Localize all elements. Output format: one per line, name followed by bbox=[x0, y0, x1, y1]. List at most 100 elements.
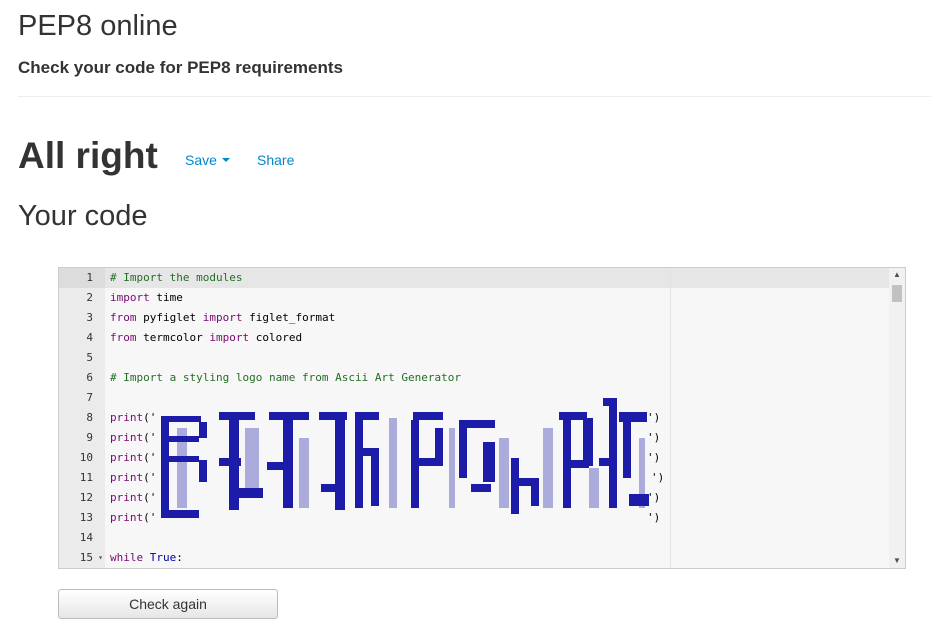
ascii-art-block bbox=[335, 420, 345, 510]
ascii-art-shade bbox=[543, 428, 553, 508]
code-token: colored bbox=[249, 331, 303, 344]
ascii-art-block bbox=[459, 428, 467, 478]
line-number-text: 15 bbox=[79, 551, 93, 564]
print-closer: ') bbox=[651, 471, 665, 484]
line-number-text: 10 bbox=[79, 451, 93, 464]
line-number: 14 bbox=[59, 528, 105, 548]
code-line: # Import a styling logo name from Ascii … bbox=[110, 368, 461, 388]
share-link[interactable]: Share bbox=[257, 151, 294, 169]
code-token: print bbox=[110, 491, 144, 504]
code-line: from pyfiglet import figlet_format bbox=[110, 308, 335, 328]
scroll-up-icon[interactable]: ▲ bbox=[889, 268, 905, 282]
code-line: print(' bbox=[110, 448, 156, 468]
line-number: 13 bbox=[59, 508, 105, 528]
code-line: print(' bbox=[110, 508, 156, 528]
ascii-art-block bbox=[199, 422, 207, 438]
code-token: (' bbox=[143, 411, 157, 424]
code-token: print bbox=[110, 431, 144, 444]
check-again-button[interactable]: Check again bbox=[58, 589, 278, 619]
line-number-text: 8 bbox=[86, 411, 93, 424]
code-token: pyfiglet bbox=[136, 311, 203, 324]
code-token: from bbox=[110, 331, 137, 344]
code-token: # Import the modules bbox=[110, 271, 243, 284]
line-number: 9 bbox=[59, 428, 105, 448]
ascii-art-block bbox=[483, 442, 495, 482]
ascii-art-block bbox=[567, 460, 589, 468]
ascii-art-block bbox=[269, 412, 309, 420]
code-token: (' bbox=[143, 431, 157, 444]
scroll-thumb[interactable] bbox=[892, 285, 902, 302]
code-token: figlet_format bbox=[242, 311, 336, 324]
ascii-art-block bbox=[363, 448, 379, 456]
save-dropdown[interactable]: Save bbox=[185, 151, 230, 169]
line-number: 15 ▾ bbox=[59, 548, 105, 568]
code-token: # Import a styling logo name from Ascii … bbox=[110, 371, 461, 384]
line-number: 12 bbox=[59, 488, 105, 508]
code-token: True bbox=[149, 551, 177, 564]
line-number: 2 bbox=[59, 288, 105, 308]
ascii-art-block bbox=[419, 458, 443, 466]
ascii-art-block bbox=[609, 406, 617, 508]
code-token: (' bbox=[143, 471, 157, 484]
line-number-text: 1 bbox=[86, 271, 93, 284]
editor-scrollbar[interactable]: ▲ ▼ bbox=[889, 268, 905, 568]
code-token: from bbox=[110, 311, 137, 324]
line-number-text: 6 bbox=[86, 371, 93, 384]
code-token: print bbox=[110, 411, 144, 424]
fold-toggle-icon[interactable]: ▾ bbox=[98, 548, 103, 568]
line-number-text: 11 bbox=[79, 471, 93, 484]
ascii-art-shade bbox=[177, 428, 187, 508]
line-number-text: 3 bbox=[86, 311, 93, 324]
ascii-art-block bbox=[559, 412, 587, 420]
app-subtitle: Check your code for PEP8 requirements bbox=[18, 58, 343, 77]
line-number: 1 bbox=[59, 268, 105, 288]
line-number: 10 bbox=[59, 448, 105, 468]
ascii-art-block bbox=[623, 422, 631, 478]
code-token: : bbox=[176, 551, 183, 564]
ascii-art-block bbox=[413, 412, 443, 420]
ascii-art-block bbox=[619, 412, 647, 422]
ascii-art-block bbox=[355, 420, 363, 508]
scroll-down-icon[interactable]: ▼ bbox=[889, 554, 905, 568]
print-margin bbox=[670, 268, 671, 568]
line-number-text: 5 bbox=[86, 351, 93, 364]
ascii-art-block bbox=[199, 460, 207, 482]
ascii-art-block bbox=[169, 510, 199, 518]
ascii-art-shade bbox=[245, 428, 259, 498]
line-number: 11 bbox=[59, 468, 105, 488]
code-editor[interactable]: 1 2 3 4 5 6 7 8 9 10 11 12 13 14 15 ▾ # Import the modu… bbox=[58, 267, 906, 569]
line-number-text: 13 bbox=[79, 511, 93, 524]
ascii-art-block bbox=[583, 418, 593, 466]
code-line: while True: bbox=[110, 548, 183, 568]
ascii-art-block bbox=[459, 420, 495, 428]
ascii-art-block bbox=[519, 478, 539, 486]
caret-down-icon bbox=[221, 158, 230, 163]
ascii-art-block bbox=[599, 458, 617, 466]
ascii-art-shade bbox=[499, 438, 509, 508]
ascii-art-block bbox=[219, 458, 241, 466]
code-token: import bbox=[202, 311, 243, 324]
code-token: print bbox=[110, 451, 144, 464]
ascii-art-block bbox=[161, 416, 201, 422]
line-number: 6 bbox=[59, 368, 105, 388]
code-token: (' bbox=[143, 491, 157, 504]
ascii-art-block bbox=[511, 458, 519, 514]
code-token: print bbox=[110, 511, 144, 524]
ascii-art-shade bbox=[589, 468, 599, 508]
code-line: # Import the modules bbox=[110, 268, 242, 288]
ascii-art-block bbox=[471, 484, 491, 492]
code-token: (' bbox=[143, 451, 157, 464]
ascii-art-block bbox=[531, 486, 539, 506]
line-number-text: 9 bbox=[86, 431, 93, 444]
code-token: while bbox=[110, 551, 144, 564]
line-number-text: 2 bbox=[86, 291, 93, 304]
ascii-art-block bbox=[435, 428, 443, 458]
code-line: print(' bbox=[110, 488, 156, 508]
ascii-art-block bbox=[267, 462, 291, 470]
code-token: print bbox=[110, 471, 144, 484]
code-token: termcolor bbox=[136, 331, 210, 344]
code-line: print(' bbox=[110, 468, 156, 488]
line-number-text: 14 bbox=[79, 531, 93, 544]
code-line: print(' bbox=[110, 428, 156, 448]
code-token: import bbox=[110, 291, 150, 304]
